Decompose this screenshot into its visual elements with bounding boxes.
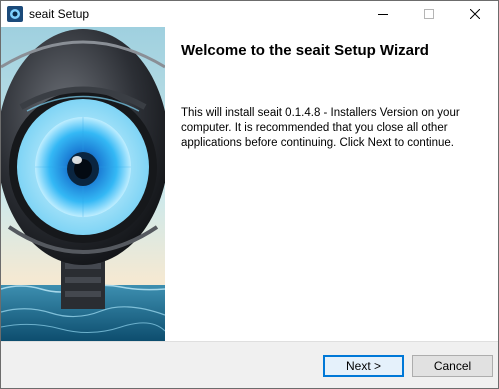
app-icon: [7, 6, 23, 22]
minimize-button[interactable]: [360, 1, 406, 27]
wizard-banner-image: [1, 27, 165, 341]
title-bar[interactable]: seait Setup: [1, 1, 498, 27]
welcome-description: This will install seait 0.1.4.8 - Instal…: [181, 107, 460, 149]
maximize-icon: [424, 9, 434, 19]
button-bar: Next > Cancel: [1, 341, 498, 388]
welcome-content: Welcome to the seait Setup Wizard This w…: [165, 27, 498, 341]
minimize-icon: [378, 14, 388, 15]
cancel-button[interactable]: Cancel: [412, 355, 493, 377]
next-button[interactable]: Next >: [323, 355, 404, 377]
close-icon: [470, 9, 480, 19]
page-title: Welcome to the seait Setup Wizard: [181, 42, 429, 59]
window-title: seait Setup: [29, 7, 90, 21]
maximize-button: [406, 1, 452, 27]
close-button[interactable]: [452, 1, 498, 27]
setup-window: seait Setup Welcome to the seait Setup W…: [0, 0, 499, 389]
robotic-eye-illustration: [1, 27, 165, 341]
